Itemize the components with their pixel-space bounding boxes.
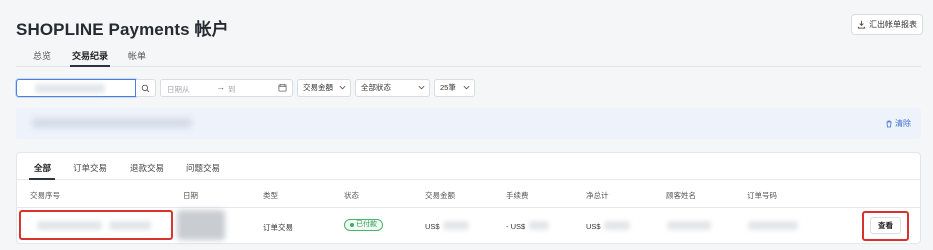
tab-overview[interactable]: 总览 <box>33 49 51 62</box>
transactions-table: 全部 订单交易 退款交易 问题交易 交易序号 日期 类型 状态 交易金额 手续费… <box>16 152 921 244</box>
search-button[interactable] <box>136 79 156 97</box>
amount-select[interactable]: 交易金額 <box>297 79 351 97</box>
table-row[interactable]: 订单交易 已付款 US$ - US$ US$ 查看 <box>17 208 920 244</box>
status-badge-label: 已付款 <box>356 221 377 228</box>
download-icon <box>857 20 866 29</box>
search-icon <box>141 84 150 92</box>
trash-icon <box>886 120 892 127</box>
status-select[interactable]: 全部狀态 <box>355 79 430 97</box>
filter-summary-banner: 清除 <box>16 108 921 139</box>
column-date: 日期 <box>183 191 198 200</box>
column-amount: 交易金额 <box>425 191 455 200</box>
export-statement-button[interactable]: 汇出帐单报表 <box>851 14 923 35</box>
column-type: 类型 <box>263 191 278 200</box>
active-tab-underline <box>70 65 110 67</box>
column-transaction-id: 交易序号 <box>30 191 60 200</box>
redacted-fee <box>529 221 549 230</box>
calendar-icon <box>278 83 287 92</box>
redacted-filter-summary <box>32 118 192 128</box>
redacted-search-text <box>35 84 105 93</box>
date-to-placeholder: 到 <box>228 85 236 94</box>
redacted-net-total <box>604 221 630 230</box>
search-input[interactable] <box>16 79 136 97</box>
highlight-box <box>19 210 173 240</box>
row-net-total: US$ <box>586 222 601 231</box>
subtab-order-transactions[interactable]: 订单交易 <box>73 162 107 174</box>
chevron-down-icon <box>339 85 346 90</box>
subtab-refund-transactions[interactable]: 退款交易 <box>130 162 164 174</box>
redacted-customer-name <box>667 221 711 230</box>
redacted-amount <box>443 221 469 230</box>
export-statement-label: 汇出帐单报表 <box>869 20 917 29</box>
page-size-select-value: 25筆 <box>440 83 456 92</box>
subtab-all[interactable]: 全部 <box>34 162 51 174</box>
arrow-right-icon: → <box>216 82 225 92</box>
table-header: 交易序号 日期 类型 状态 交易金额 手续费 净总计 顾客姓名 订单号码 <box>17 180 920 208</box>
chevron-down-icon <box>463 85 470 90</box>
redacted-date <box>177 210 225 240</box>
page-title: SHOPLINE Payments 帐户 <box>16 20 229 39</box>
status-dot-icon <box>350 223 354 227</box>
column-fee: 手续费 <box>506 191 529 200</box>
date-range-picker[interactable]: 日期从 → 到 <box>160 79 293 97</box>
clear-filters-label: 清除 <box>895 119 911 128</box>
clear-filters-button[interactable]: 清除 <box>885 118 911 129</box>
row-fee: - US$ <box>506 222 526 231</box>
redacted-order-number <box>748 221 798 230</box>
highlight-box <box>862 211 909 241</box>
row-amount: US$ <box>425 222 440 231</box>
column-status: 状态 <box>344 191 359 200</box>
status-select-value: 全部狀态 <box>361 83 391 92</box>
page-size-select[interactable]: 25筆 <box>434 79 475 97</box>
row-type: 订单交易 <box>263 223 293 232</box>
chevron-down-icon <box>418 85 425 90</box>
top-tabs: 总览 交易纪录 帐单 <box>16 43 921 67</box>
transaction-type-tabs: 全部 订单交易 退款交易 问题交易 <box>17 153 920 180</box>
status-badge: 已付款 <box>344 219 383 231</box>
column-net-total: 净总计 <box>586 191 609 200</box>
column-customer-name: 顾客姓名 <box>666 191 696 200</box>
amount-select-value: 交易金額 <box>303 83 333 92</box>
column-order-number: 订单号码 <box>747 191 777 200</box>
tab-billing[interactable]: 帐单 <box>128 49 146 62</box>
subtab-problem-transactions[interactable]: 问题交易 <box>186 162 220 174</box>
tab-transactions[interactable]: 交易纪录 <box>72 49 108 62</box>
date-from-placeholder: 日期从 <box>167 85 190 94</box>
